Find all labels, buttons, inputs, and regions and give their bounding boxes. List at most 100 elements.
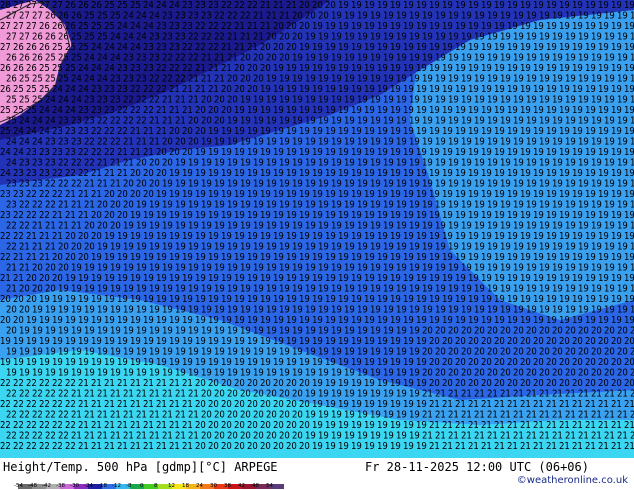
temp-label: 19 (513, 284, 524, 295)
temp-label: 19 (468, 42, 479, 53)
temp-label: 19 (578, 158, 589, 169)
temp-label: 19 (338, 378, 349, 389)
temp-label: 19 (351, 273, 362, 284)
temp-label: 19 (156, 273, 167, 284)
temp-label: 20 (494, 378, 505, 389)
temp-label: 19 (188, 326, 199, 337)
temp-label: 19 (533, 315, 544, 326)
temp-label: 19 (377, 357, 388, 368)
temp-label: 22 (175, 74, 186, 85)
temp-label: 19 (195, 231, 206, 242)
temp-label: 20 (468, 378, 479, 389)
temp-label: 21 (71, 221, 82, 232)
temp-label: 21 (117, 378, 128, 389)
temp-label: 19 (481, 21, 492, 32)
temp-label: 21 (565, 431, 576, 442)
temp-label: 19 (390, 126, 401, 137)
temp-label: 21 (97, 431, 108, 442)
temp-label: 19 (357, 116, 368, 127)
temp-label: 19 (104, 315, 115, 326)
temp-label: 19 (338, 105, 349, 116)
temp-label: 22 (175, 53, 186, 64)
temp-label: 23 (13, 189, 24, 200)
temp-label: 19 (390, 147, 401, 158)
temp-label: 20 (175, 137, 186, 148)
temp-label: 19 (370, 221, 381, 232)
temp-label: 19 (370, 179, 381, 190)
temp-label: 21 (552, 431, 563, 442)
temp-label: 19 (578, 284, 589, 295)
temp-label: 19 (468, 126, 479, 137)
temp-label: 19 (513, 116, 524, 127)
temp-label: 19 (377, 441, 388, 452)
temp-label: 19 (13, 336, 24, 347)
temp-label: 20 (578, 368, 589, 379)
temp-label: 20 (591, 368, 602, 379)
temp-label: 19 (266, 347, 277, 358)
temp-label: 19 (500, 242, 511, 253)
temp-label: 19 (552, 116, 563, 127)
temp-label: 19 (338, 21, 349, 32)
temp-label: 19 (156, 210, 167, 221)
temp-label: 21 (468, 399, 479, 410)
temp-label: 19 (214, 200, 225, 211)
temp-label: 20 (500, 326, 511, 337)
temp-label: 19 (312, 399, 323, 410)
temp-label: 19 (331, 179, 342, 190)
temp-label: 19 (572, 21, 583, 32)
site-credit[interactable]: ©weatheronline.co.uk (517, 475, 628, 486)
temp-label: 19 (416, 168, 427, 179)
temp-label: 19 (338, 210, 349, 221)
temp-label: 19 (422, 242, 433, 253)
temp-label: 22 (234, 0, 245, 11)
temp-label: 19 (409, 326, 420, 337)
temp-label: 22 (58, 158, 69, 169)
temp-label: 21 (539, 389, 550, 400)
temp-label: 21 (578, 431, 589, 442)
temp-label: 23 (156, 21, 167, 32)
temp-label: 20 (97, 221, 108, 232)
temp-label: 20 (104, 189, 115, 200)
temp-label: 21 (39, 252, 50, 263)
temp-label: 19 (624, 147, 634, 158)
temp-label: 19 (591, 95, 602, 106)
temp-label: 20 (227, 410, 238, 421)
temp-label: 20 (533, 378, 544, 389)
temp-label: 19 (390, 315, 401, 326)
temp-label: 19 (539, 32, 550, 43)
temp-label: 21 (123, 389, 134, 400)
temp-label: 19 (539, 158, 550, 169)
temp-label: 19 (455, 126, 466, 137)
temp-label: 27 (26, 0, 37, 11)
temp-label: 19 (292, 74, 303, 85)
temp-label: 19 (344, 284, 355, 295)
temp-label: 19 (468, 0, 479, 11)
temp-label: 20 (0, 294, 11, 305)
temp-label: 20 (604, 347, 615, 358)
temp-label: 21 (19, 242, 30, 253)
temp-label: 20 (604, 368, 615, 379)
temp-label: 19 (260, 336, 271, 347)
temp-label: 21 (591, 410, 602, 421)
temp-label: 19 (468, 273, 479, 284)
temp-label: 19 (331, 284, 342, 295)
temp-label: 19 (273, 294, 284, 305)
temp-label: 19 (598, 315, 609, 326)
temp-label: 21 (474, 431, 485, 442)
temp-label: 19 (305, 284, 316, 295)
temp-label: 26 (45, 11, 56, 22)
temp-label: 19 (396, 221, 407, 232)
temp-label: 19 (312, 168, 323, 179)
temp-label: 25 (97, 32, 108, 43)
temp-label: 19 (286, 168, 297, 179)
temp-label: 22 (26, 210, 37, 221)
temp-label: 19 (188, 242, 199, 253)
temp-label: 19 (52, 357, 63, 368)
temp-label: 19 (396, 410, 407, 421)
temp-label: 19 (383, 347, 394, 358)
temp-label: 20 (279, 410, 290, 421)
temp-label: 19 (78, 294, 89, 305)
temp-label: 19 (312, 105, 323, 116)
temp-label: 21 (26, 252, 37, 263)
temp-label: 23 (13, 168, 24, 179)
